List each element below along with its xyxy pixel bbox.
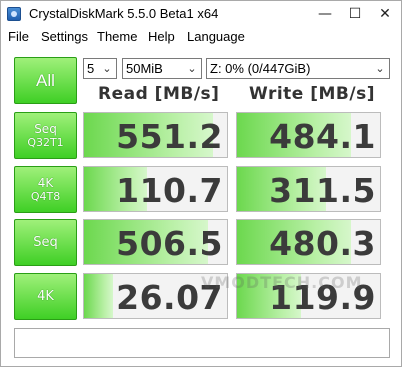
maximize-button[interactable]: ☐ [340,1,370,27]
window-title: CrystalDiskMark 5.5.0 Beta1 x64 [29,6,219,21]
menu-bar: File Settings Theme Help Language [1,27,401,47]
chevron-down-icon: ⌄ [375,62,385,75]
write-value: 484.1 [269,117,376,156]
test-size-select[interactable]: 50MiB ⌄ [122,58,202,79]
seq-q32t1-button[interactable]: Seq Q32T1 [14,112,77,159]
title-bar[interactable]: CrystalDiskMark 5.5.0 Beta1 x64 — ☐ ✕ [1,1,401,27]
read-result-4k-q4t8: 110.7 [83,166,228,212]
read-result-seq: 506.5 [83,219,228,265]
read-value: 110.7 [116,171,223,210]
read-value: 551.2 [116,117,223,156]
write-result-seq: 480.3 [236,219,381,265]
comment-input[interactable] [14,328,390,358]
read-bar [84,274,113,318]
menu-settings[interactable]: Settings [41,29,88,44]
write-result-4k-q4t8: 311.5 [236,166,381,212]
seq-button[interactable]: Seq [14,219,77,266]
test-count-value: 5 [87,61,95,76]
menu-help[interactable]: Help [148,29,175,44]
test-label-line1: 4K [37,288,54,304]
read-value: 506.5 [116,224,223,263]
chevron-down-icon: ⌄ [102,62,112,75]
write-result-seq-q32t1: 484.1 [236,112,381,158]
test-label-line2: Q32T1 [27,135,64,149]
menu-file[interactable]: File [8,29,29,44]
drive-select[interactable]: Z: 0% (0/447GiB) ⌄ [206,58,390,79]
watermark: VMODTECH.COM [201,273,363,292]
run-all-button[interactable]: All [14,57,77,104]
write-value: 311.5 [269,171,376,210]
test-label-line2: Q4T8 [30,189,61,203]
4k-button[interactable]: 4K [14,273,77,320]
app-disk-icon [7,7,21,21]
read-result-seq-q32t1: 551.2 [83,112,228,158]
app-window: CrystalDiskMark 5.5.0 Beta1 x64 — ☐ ✕ Fi… [0,0,402,367]
read-header: Read [MB/s] [98,84,220,104]
test-label-line1: Seq [33,234,58,250]
4k-q4t8-button[interactable]: 4K Q4T8 [14,166,77,213]
drive-value: Z: 0% (0/447GiB) [210,61,311,76]
menu-theme[interactable]: Theme [97,29,137,44]
test-count-select[interactable]: 5 ⌄ [83,58,117,79]
write-value: 480.3 [269,224,376,263]
minimize-button[interactable]: — [310,1,340,27]
chevron-down-icon: ⌄ [187,62,197,75]
close-button[interactable]: ✕ [370,1,400,27]
test-size-value: 50MiB [126,61,163,76]
test-label-line1: Seq [34,121,57,136]
test-label-line1: 4K [37,175,54,190]
menu-language[interactable]: Language [187,29,245,44]
write-header: Write [MB/s] [249,84,375,104]
